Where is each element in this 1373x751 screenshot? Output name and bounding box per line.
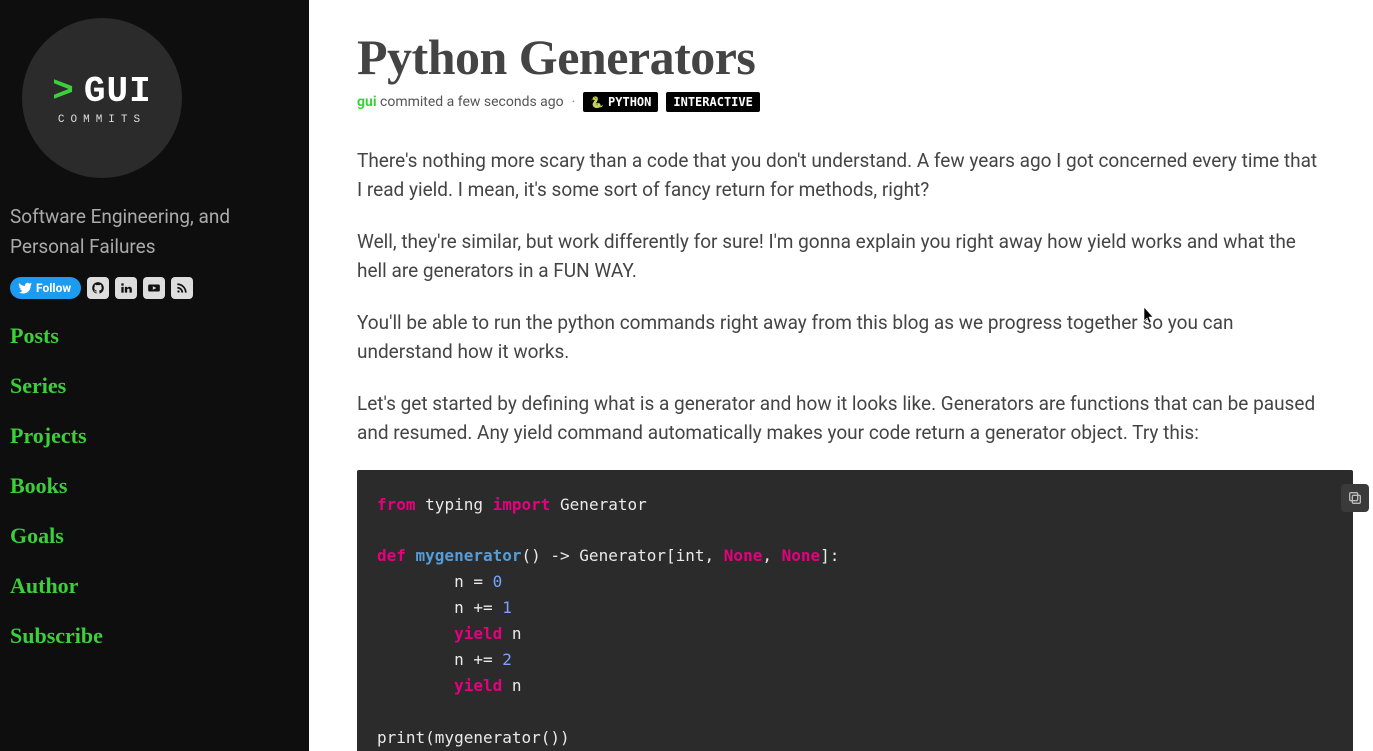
meta-separator: · xyxy=(572,94,576,110)
linkedin-icon xyxy=(119,281,133,295)
rss-icon xyxy=(175,281,189,295)
copy-icon xyxy=(1347,490,1363,506)
rss-link[interactable] xyxy=(171,277,193,299)
code-block[interactable]: from typing import Generator def mygener… xyxy=(357,470,1353,751)
article-main: Python Generators gui commited a few sec… xyxy=(309,0,1373,751)
code-content: from typing import Generator def mygener… xyxy=(377,495,839,747)
linkedin-link[interactable] xyxy=(115,277,137,299)
prompt-icon: > xyxy=(52,71,74,112)
nav-projects[interactable]: Projects xyxy=(10,423,299,449)
tag-interactive[interactable]: INTERACTIVE xyxy=(666,92,759,112)
youtube-icon xyxy=(147,281,161,295)
github-link[interactable] xyxy=(87,277,109,299)
commit-time: commited a few seconds ago xyxy=(380,94,564,110)
article-author[interactable]: gui xyxy=(357,94,377,110)
nav-goals[interactable]: Goals xyxy=(10,523,299,549)
twitter-follow-button[interactable]: Follow xyxy=(10,277,81,299)
sidebar-nav: Posts Series Projects Books Goals Author… xyxy=(10,323,299,649)
social-links: Follow xyxy=(10,277,299,299)
copy-code-button[interactable] xyxy=(1341,484,1369,512)
youtube-link[interactable] xyxy=(143,277,165,299)
site-logo[interactable]: > GUI COMMITS xyxy=(22,18,182,178)
logo-brand: GUI xyxy=(84,71,152,112)
nav-author[interactable]: Author xyxy=(10,573,299,599)
nav-subscribe[interactable]: Subscribe xyxy=(10,623,299,649)
nav-posts[interactable]: Posts xyxy=(10,323,299,349)
nav-books[interactable]: Books xyxy=(10,473,299,499)
site-tagline: Software Engineering, and Personal Failu… xyxy=(10,202,299,263)
article-title: Python Generators xyxy=(357,28,1353,86)
tag-python[interactable]: 🐍 PYTHON xyxy=(583,92,658,112)
article-meta: gui commited a few seconds ago · 🐍 PYTHO… xyxy=(357,92,1353,112)
article-paragraph: Well, they're similar, but work differen… xyxy=(357,227,1327,286)
article-paragraph: Let's get started by defining what is a … xyxy=(357,389,1327,448)
article-paragraph: You'll be able to run the python command… xyxy=(357,308,1327,367)
logo-subtext: COMMITS xyxy=(58,114,146,126)
twitter-icon xyxy=(18,281,32,295)
sidebar: > GUI COMMITS Software Engineering, and … xyxy=(0,0,309,751)
article-paragraph: There's nothing more scary than a code t… xyxy=(357,146,1327,205)
python-icon: 🐍 xyxy=(590,96,604,109)
nav-series[interactable]: Series xyxy=(10,373,299,399)
github-icon xyxy=(91,281,105,295)
follow-label: Follow xyxy=(36,281,71,295)
